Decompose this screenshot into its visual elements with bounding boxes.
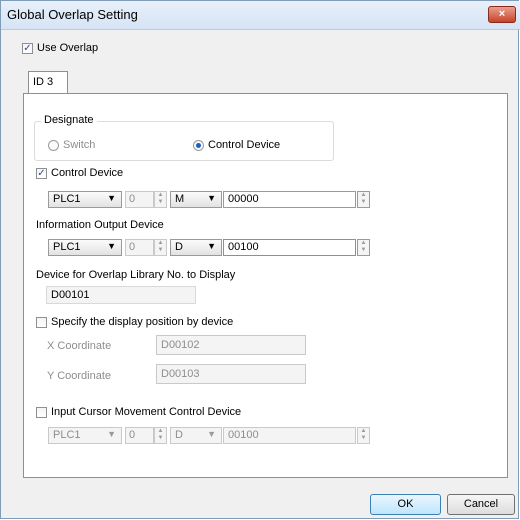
spin-up-icon: ▲ <box>157 428 164 434</box>
switch-radio-label: Switch <box>63 139 96 151</box>
info-output-address-spinner[interactable]: ▲ ▼ <box>357 239 370 256</box>
chevron-down-icon: ▼ <box>207 193 216 203</box>
spin-down-icon: ▼ <box>360 435 367 441</box>
cursor-device-station-field[interactable]: 0 <box>125 427 154 444</box>
library-no-value: D00101 <box>46 286 196 304</box>
x-coordinate-label: X Coordinate <box>47 340 112 352</box>
spin-up-icon: ▲ <box>360 240 367 246</box>
chevron-down-icon: ▼ <box>207 241 216 251</box>
info-output-label: Information Output Device <box>36 219 164 231</box>
x-coordinate-field[interactable]: D00102 <box>156 335 306 355</box>
select-value: PLC1 <box>53 429 81 441</box>
y-coordinate-label: Y Coordinate <box>47 370 112 382</box>
tab-id-3[interactable]: ID 3 <box>28 71 68 94</box>
cursor-device-label: Input Cursor Movement Control Device <box>51 406 242 418</box>
spin-up-icon: ▲ <box>360 192 367 198</box>
select-value: D <box>175 241 183 253</box>
control-device-address-input[interactable]: 00000 <box>223 191 356 208</box>
spin-down-icon: ▼ <box>360 247 367 253</box>
spin-up-icon: ▲ <box>157 240 164 246</box>
designate-legend: Designate <box>41 114 97 126</box>
chevron-down-icon: ▼ <box>207 429 216 439</box>
check-icon: ✓ <box>23 43 32 54</box>
title-bar[interactable]: Global Overlap Setting × <box>1 1 520 30</box>
info-output-plc-select[interactable]: PLC1 ▼ <box>48 239 122 256</box>
spin-down-icon: ▼ <box>157 435 164 441</box>
control-device-station-field[interactable]: 0 <box>125 191 154 208</box>
control-device-checkbox[interactable]: ✓ <box>36 168 47 179</box>
info-output-address-input[interactable]: 00100 <box>223 239 356 256</box>
cursor-device-address-input[interactable]: 00100 <box>223 427 356 444</box>
select-value: M <box>175 193 185 205</box>
chevron-down-icon: ▼ <box>107 429 116 439</box>
dialog-title: Global Overlap Setting <box>7 7 138 22</box>
check-icon: ✓ <box>37 168 46 179</box>
control-device-label: Control Device <box>51 167 124 179</box>
chevron-down-icon: ▼ <box>107 193 116 203</box>
control-device-station-spinner[interactable]: ▲ ▼ <box>154 191 167 208</box>
cursor-device-type-select[interactable]: D ▼ <box>170 427 222 444</box>
y-coordinate-field[interactable]: D00103 <box>156 364 306 384</box>
select-value: PLC1 <box>53 193 81 205</box>
display-position-checkbox[interactable] <box>36 317 47 328</box>
control-device-radio-label: Control Device <box>208 139 281 151</box>
close-button[interactable]: × <box>488 6 516 23</box>
cursor-device-station-spinner[interactable]: ▲ ▼ <box>154 427 167 444</box>
control-device-radio[interactable] <box>193 140 204 151</box>
control-device-address-spinner[interactable]: ▲ ▼ <box>357 191 370 208</box>
use-overlap-label: Use Overlap <box>37 42 99 54</box>
spin-down-icon: ▼ <box>157 199 164 205</box>
control-device-plc-select[interactable]: PLC1 ▼ <box>48 191 122 208</box>
library-no-label: Device for Overlap Library No. to Displa… <box>36 269 236 281</box>
chevron-down-icon: ▼ <box>107 241 116 251</box>
select-value: D <box>175 429 183 441</box>
tab-label: ID 3 <box>33 76 54 88</box>
cancel-button[interactable]: Cancel <box>447 494 515 515</box>
global-overlap-dialog: Global Overlap Setting × ✓ Use Overlap I… <box>0 0 520 519</box>
info-output-station-spinner[interactable]: ▲ ▼ <box>154 239 167 256</box>
select-value: PLC1 <box>53 241 81 253</box>
switch-radio[interactable] <box>48 140 59 151</box>
spin-up-icon: ▲ <box>157 192 164 198</box>
ok-button[interactable]: OK <box>370 494 441 515</box>
display-position-label: Specify the display position by device <box>51 316 234 328</box>
spin-up-icon: ▲ <box>360 428 367 434</box>
spin-down-icon: ▼ <box>157 247 164 253</box>
cursor-device-checkbox[interactable] <box>36 407 47 418</box>
use-overlap-checkbox[interactable]: ✓ <box>22 43 33 54</box>
info-output-type-select[interactable]: D ▼ <box>170 239 222 256</box>
control-device-type-select[interactable]: M ▼ <box>170 191 222 208</box>
cursor-device-address-spinner[interactable]: ▲ ▼ <box>357 427 370 444</box>
cursor-device-plc-select[interactable]: PLC1 ▼ <box>48 427 122 444</box>
spin-down-icon: ▼ <box>360 199 367 205</box>
info-output-station-field[interactable]: 0 <box>125 239 154 256</box>
